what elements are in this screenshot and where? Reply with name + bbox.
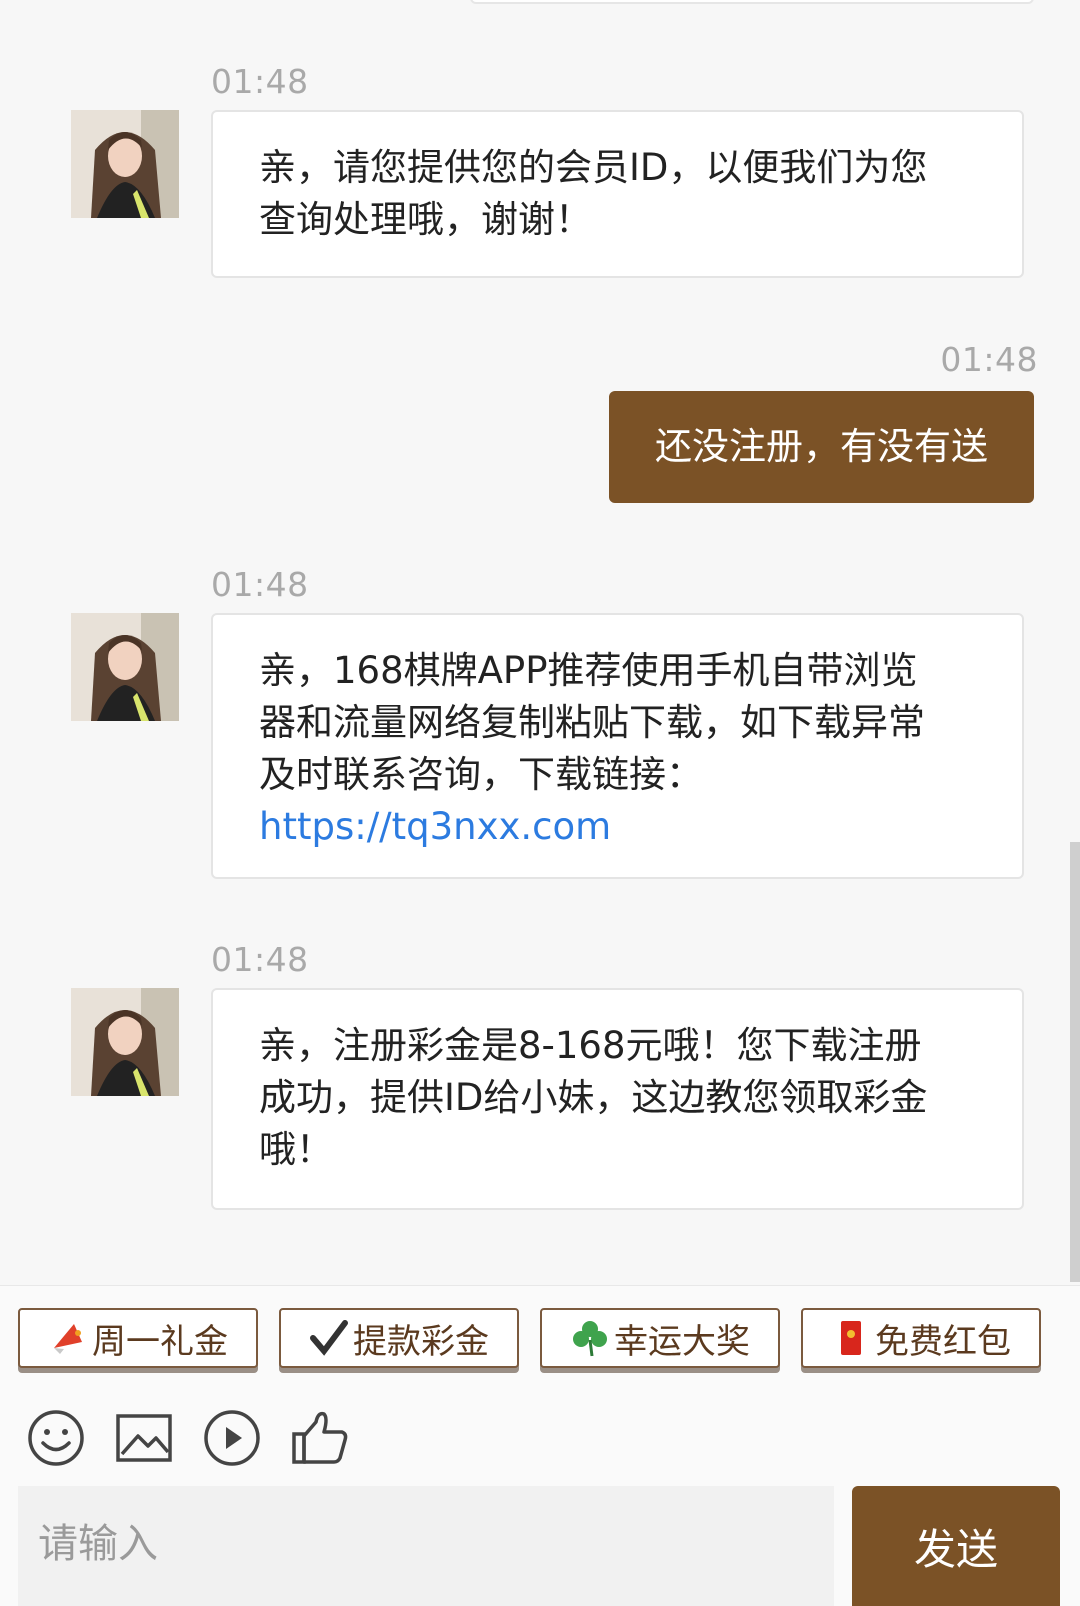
message-timestamp: 01:48 — [940, 340, 1038, 379]
quick-button-lucky-prize[interactable]: 幸运大奖 — [540, 1308, 780, 1368]
message-timestamp: 01:48 — [211, 62, 309, 101]
bottom-panel: 周一礼金 提款彩金 幸运大奖 免费红包 请输入 发送 — [0, 1285, 1080, 1606]
user-message-bubble: 还没注册，有没有送 — [609, 391, 1034, 503]
quick-button-label: 周一礼金 — [92, 1321, 228, 1362]
quick-button-withdraw-bonus[interactable]: 提款彩金 — [279, 1308, 519, 1368]
quick-button-label: 免费红包 — [875, 1321, 1011, 1362]
message-text-line: 亲，168棋牌APP推荐使用手机自带浏览 — [259, 649, 918, 692]
message-input[interactable]: 请输入 — [18, 1486, 834, 1606]
previous-message-bubble — [470, 0, 1034, 4]
message-timestamp: 01:48 — [211, 565, 309, 604]
download-link[interactable]: https://tq3nxx.com — [259, 801, 982, 853]
send-button[interactable]: 发送 — [852, 1486, 1060, 1606]
video-icon[interactable] — [202, 1408, 262, 1468]
message-text-line: 哦！ — [259, 1128, 333, 1171]
message-text-line: 成功，提供ID给小妹，这边教您领取彩金 — [259, 1076, 928, 1119]
quick-button-monday-bonus[interactable]: 周一礼金 — [18, 1308, 258, 1368]
agent-avatar[interactable] — [71, 988, 179, 1096]
message-text-line: 器和流量网络复制粘贴下载，如下载异常 — [259, 701, 925, 744]
checkmark-icon — [309, 1318, 349, 1358]
chat-scrollbar[interactable] — [1070, 842, 1080, 1282]
agent-message-bubble: 亲，注册彩金是8-168元哦！您下载注册 成功，提供ID给小妹，这边教您领取彩金… — [211, 988, 1024, 1210]
message-text-line: 亲，注册彩金是8-168元哦！您下载注册 — [259, 1024, 922, 1067]
agent-message-bubble: 亲，请您提供您的会员ID，以便我们为您 查询处理哦，谢谢！ — [211, 110, 1024, 278]
quick-button-label: 提款彩金 — [353, 1321, 489, 1362]
quick-button-free-red-envelope[interactable]: 免费红包 — [801, 1308, 1041, 1368]
message-timestamp: 01:48 — [211, 940, 309, 979]
thumbs-up-icon[interactable] — [290, 1408, 350, 1468]
red-envelope-icon — [831, 1318, 871, 1358]
agent-avatar[interactable] — [71, 613, 179, 721]
message-text-line: 及时联系咨询，下载链接： — [259, 753, 703, 796]
image-icon[interactable] — [114, 1408, 174, 1468]
quick-reply-row: 周一礼金 提款彩金 幸运大奖 免费红包 — [18, 1308, 1062, 1376]
megaphone-icon — [48, 1318, 88, 1358]
chat-area[interactable]: 01:48 亲，请您提供您的会员ID，以便我们为您 查询处理哦，谢谢！ 01:4… — [0, 0, 1080, 1285]
message-text-line: 查询处理哦，谢谢！ — [259, 198, 592, 241]
agent-message-bubble: 亲，168棋牌APP推荐使用手机自带浏览 器和流量网络复制粘贴下载，如下载异常 … — [211, 613, 1024, 879]
shamrock-icon — [570, 1318, 610, 1358]
agent-avatar[interactable] — [71, 110, 179, 218]
message-text-line: 亲，请您提供您的会员ID，以便我们为您 — [259, 146, 928, 189]
emoji-icon[interactable] — [26, 1408, 86, 1468]
quick-button-label: 幸运大奖 — [614, 1321, 750, 1362]
